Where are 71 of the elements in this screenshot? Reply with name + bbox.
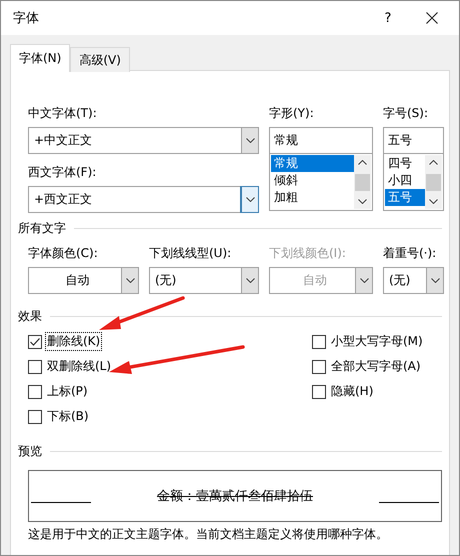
scroll-down-icon[interactable] [358, 199, 367, 204]
section-heading: 所有文字 [18, 220, 66, 237]
list-item[interactable]: 小四 [385, 172, 425, 189]
tab[interactable]: 高级(V) [70, 47, 130, 72]
field-label: 中文字体(T): [28, 105, 98, 121]
checkbox[interactable] [312, 334, 326, 348]
field-label: 西文字体(F): [28, 164, 98, 180]
input-field[interactable]: 五号 [383, 127, 444, 154]
checkbox-label[interactable]: 小型大写字母(M) [330, 333, 424, 350]
list-item[interactable]: 倾斜 [271, 172, 354, 189]
dropdown[interactable]: +中文正文 [28, 127, 259, 154]
checkbox-label[interactable]: 全部大写字母(A) [330, 358, 422, 375]
checkbox-label[interactable]: 隐藏(H) [330, 383, 374, 400]
chevron-down-icon [126, 278, 134, 283]
dropdown-value: (无) [388, 272, 412, 289]
checkmark-icon [30, 338, 40, 346]
close-icon [426, 12, 438, 24]
checkbox[interactable] [28, 360, 42, 374]
chevron-down-icon [360, 278, 368, 283]
checkbox-label[interactable]: 删除线(K) [46, 333, 102, 350]
tab[interactable]: 字体(N) [10, 44, 70, 72]
list-item[interactable]: 加粗 [271, 189, 354, 206]
arrow-annotation-icon [97, 295, 185, 333]
input-field[interactable]: 常规 [269, 127, 373, 154]
scrollbar[interactable] [354, 155, 371, 209]
checkbox[interactable] [28, 410, 42, 424]
dropdown[interactable]: (无) [383, 267, 444, 294]
dropdown-button[interactable] [121, 268, 138, 293]
scroll-down-icon[interactable] [429, 199, 438, 204]
chevron-down-icon [246, 197, 254, 202]
scroll-up-icon[interactable] [429, 160, 438, 165]
checkbox[interactable] [28, 384, 42, 398]
checkbox[interactable] [312, 384, 326, 398]
window-title: 字体 [13, 10, 40, 27]
scrollbar[interactable] [425, 155, 442, 209]
section-heading: 效果 [18, 308, 42, 325]
list-item[interactable]: 常规 [271, 155, 354, 172]
dropdown[interactable]: 自动 [28, 267, 139, 294]
checkbox[interactable] [312, 360, 326, 374]
chevron-down-icon [246, 278, 254, 283]
field-label: 字体颜色(C): [28, 245, 99, 261]
dropdown-value: +西文正文 [33, 191, 94, 208]
dropdown-button[interactable] [355, 268, 372, 293]
section-heading: 预览 [18, 443, 42, 460]
chevron-down-icon [246, 138, 254, 143]
checkbox-label[interactable]: 双删除线(L) [46, 358, 112, 375]
dropdown-button[interactable] [241, 187, 258, 212]
description-text: 这是用于中文的正文主题字体。当前文档主题定义将使用哪种字体。 [28, 526, 389, 543]
dropdown-button[interactable] [241, 268, 258, 293]
dropdown-value: +中文正文 [33, 132, 94, 149]
dropdown[interactable]: (无) [149, 267, 259, 294]
list-item[interactable]: 五号 [385, 189, 425, 206]
checkbox[interactable] [28, 334, 42, 348]
dropdown-button[interactable] [426, 268, 443, 293]
dropdown-value: 自动 [64, 272, 90, 289]
field-label: 字形(Y): [269, 105, 315, 121]
dropdown-value: 自动 [302, 272, 328, 289]
list-item[interactable]: 四号 [385, 155, 425, 172]
field-label: 下划线颜色(I): [269, 245, 347, 261]
checkbox-label[interactable]: 上标(P) [46, 383, 89, 400]
field-label: 字号(S): [383, 105, 430, 121]
dropdown-button[interactable] [241, 128, 258, 153]
dropdown-value: (无) [154, 272, 178, 289]
preview-text: 金额：壹萬贰仟叁佰肆拾伍 [156, 488, 314, 505]
dropdown[interactable]: +西文正文 [28, 186, 259, 213]
chevron-down-icon [430, 278, 440, 283]
scroll-up-icon[interactable] [358, 160, 367, 165]
help-button[interactable]: ? [373, 3, 403, 33]
field-label: 着重号(·): [383, 245, 438, 261]
field-label: 下划线线型(U): [149, 245, 232, 261]
checkbox-label[interactable]: 下标(B) [46, 408, 90, 425]
